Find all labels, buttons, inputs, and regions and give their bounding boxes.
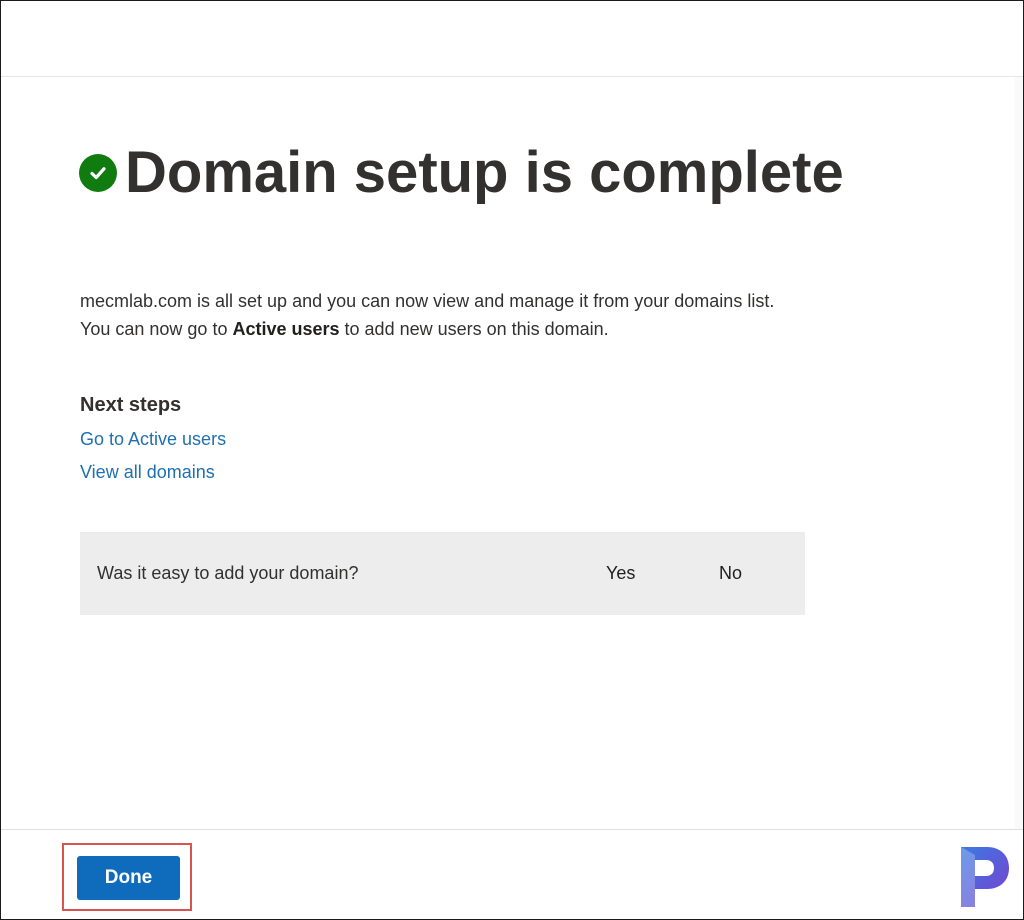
page-title: Domain setup is complete xyxy=(125,140,844,205)
feedback-no-button[interactable]: No xyxy=(719,563,742,584)
description-line-2: You can now go to Active users to add ne… xyxy=(80,315,900,343)
feedback-panel: Was it easy to add your domain? Yes No xyxy=(80,532,805,615)
description-line-2-suffix: to add new users on this domain. xyxy=(339,319,609,339)
check-circle-icon xyxy=(79,154,117,192)
dialog-window: Domain setup is complete mecmlab.com is … xyxy=(0,0,1024,920)
header: Domain setup is complete xyxy=(79,139,844,207)
feedback-yes-button[interactable]: Yes xyxy=(606,563,635,584)
description-line-2-prefix: You can now go to xyxy=(80,319,233,339)
scrollbar-track[interactable] xyxy=(1015,77,1023,829)
top-bar xyxy=(1,1,1023,77)
p-logo-icon xyxy=(953,843,1015,911)
view-all-domains-link[interactable]: View all domains xyxy=(80,462,215,483)
next-steps-heading: Next steps xyxy=(80,394,182,416)
footer-divider xyxy=(1,829,1023,830)
description: mecmlab.com is all set up and you can no… xyxy=(80,287,900,343)
description-line-1: mecmlab.com is all set up and you can no… xyxy=(80,291,775,311)
done-button[interactable]: Done xyxy=(77,856,180,900)
go-to-active-users-link[interactable]: Go to Active users xyxy=(80,429,226,450)
feedback-question: Was it easy to add your domain? xyxy=(97,563,359,583)
active-users-emphasis: Active users xyxy=(232,319,340,339)
